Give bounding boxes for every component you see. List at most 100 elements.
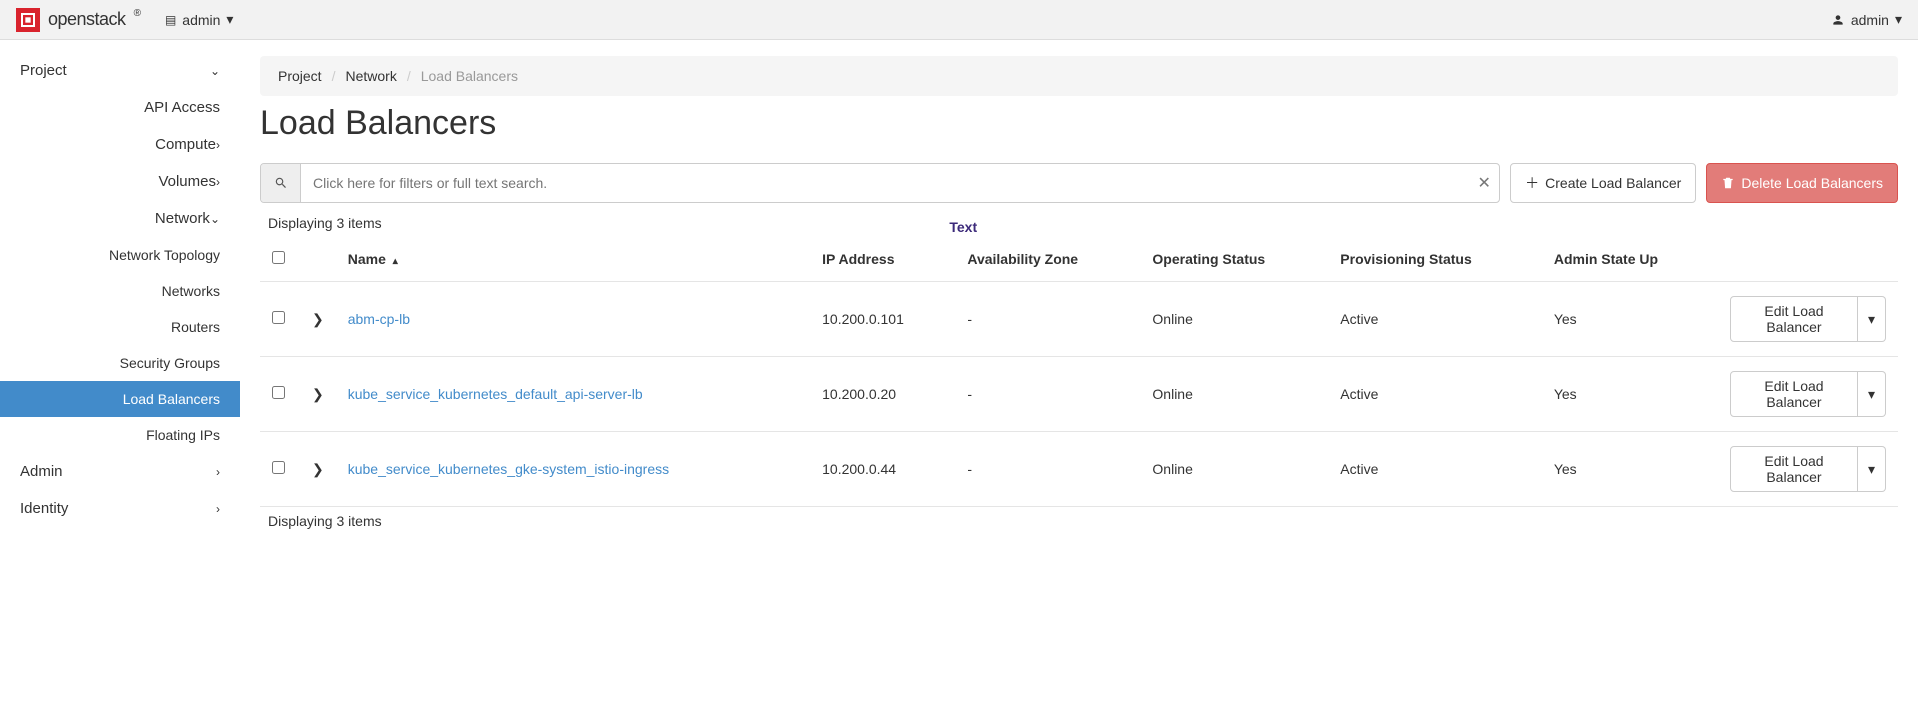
header-label: Availability Zone xyxy=(967,251,1078,267)
search-input[interactable] xyxy=(301,164,1469,202)
sidebar-item-network-topology[interactable]: Network Topology xyxy=(0,237,240,273)
breadcrumb-separator: / xyxy=(407,68,411,84)
search-wrap: ✕ xyxy=(260,163,1500,203)
sidebar-label: Security Groups xyxy=(120,355,220,371)
sidebar-item-api-access[interactable]: API Access xyxy=(0,89,240,126)
plus-icon: ＋ xyxy=(1525,173,1539,193)
brand-text: openstack xyxy=(48,9,126,30)
sidebar-item-volumes[interactable]: Volumes › xyxy=(0,163,240,200)
create-load-balancer-button[interactable]: ＋ Create Load Balancer xyxy=(1510,163,1696,203)
clear-icon[interactable]: ✕ xyxy=(1469,164,1499,202)
sidebar-label: Load Balancers xyxy=(123,391,220,407)
sidebar-item-compute[interactable]: Compute › xyxy=(0,126,240,163)
table-row: ❯ abm-cp-lb 10.200.0.101-OnlineActiveYes Ed… xyxy=(260,282,1898,357)
load-balancer-name-link[interactable]: abm-cp-lb xyxy=(348,311,410,327)
cell-provisioning-status: Active xyxy=(1328,432,1542,507)
sidebar-label: Routers xyxy=(171,319,220,335)
cell-provisioning-status: Active xyxy=(1328,282,1542,357)
row-checkbox[interactable] xyxy=(272,461,285,474)
cell-operating-status: Online xyxy=(1140,282,1328,357)
sidebar-item-floating-ips[interactable]: Floating IPs xyxy=(0,417,240,453)
cell-ip: 10.200.0.44 xyxy=(810,432,955,507)
delete-load-balancers-button[interactable]: Delete Load Balancers xyxy=(1706,163,1898,203)
items-count-bottom: Displaying 3 items xyxy=(268,513,1898,529)
chevron-right-icon: › xyxy=(216,502,220,516)
chevron-down-icon: ⌄ xyxy=(210,64,220,78)
expand-row-icon[interactable]: ❯ xyxy=(312,461,324,478)
brand[interactable]: openstack ® xyxy=(16,8,141,32)
select-all-checkbox[interactable] xyxy=(272,251,285,264)
sidebar-label: API Access xyxy=(144,99,220,116)
sidebar-item-security-groups[interactable]: Security Groups xyxy=(0,345,240,381)
row-actions-dropdown[interactable]: ▾ xyxy=(1858,296,1886,342)
trash-icon xyxy=(1721,175,1735,191)
cell-availability-zone: - xyxy=(955,282,1140,357)
sidebar-item-network[interactable]: Network ⌄ xyxy=(0,200,240,237)
project-icon: ▤ xyxy=(165,13,176,27)
sidebar-label: Network Topology xyxy=(109,247,220,263)
sidebar-label: Networks xyxy=(162,283,220,299)
column-header-availability-zone[interactable]: Text Availability Zone xyxy=(955,237,1140,282)
project-selector-label: admin xyxy=(182,12,220,28)
cell-availability-zone: - xyxy=(955,432,1140,507)
expand-row-icon[interactable]: ❯ xyxy=(312,311,324,328)
sidebar-item-project[interactable]: Project ⌄ xyxy=(0,52,240,89)
sidebar-item-admin[interactable]: Admin › xyxy=(0,453,240,490)
column-header-name[interactable]: Name ▴ xyxy=(336,237,810,282)
chevron-down-icon: ⌄ xyxy=(210,212,220,226)
edit-load-balancer-button[interactable]: Edit Load Balancer xyxy=(1730,371,1858,417)
cell-ip: 10.200.0.101 xyxy=(810,282,955,357)
cell-availability-zone: - xyxy=(955,357,1140,432)
sidebar-item-load-balancers[interactable]: Load Balancers xyxy=(0,381,240,417)
page-title: Load Balancers xyxy=(260,104,1898,143)
header-label: Name xyxy=(348,251,386,267)
sort-asc-icon: ▴ xyxy=(393,256,398,267)
column-header-ip[interactable]: IP Address xyxy=(810,237,955,282)
sidebar-label: Volumes xyxy=(40,173,216,190)
sidebar-label: Project xyxy=(20,62,67,79)
breadcrumb-project[interactable]: Project xyxy=(278,68,322,84)
load-balancer-name-link[interactable]: kube_service_kubernetes_default_api-serv… xyxy=(348,386,643,402)
user-menu-label: admin xyxy=(1851,12,1889,28)
column-header-provisioning-status[interactable]: Provisioning Status xyxy=(1328,237,1542,282)
column-header-admin-state[interactable]: Admin State Up xyxy=(1542,237,1718,282)
brand-registered: ® xyxy=(134,8,141,19)
main-content: Project / Network / Load Balancers Load … xyxy=(240,40,1918,555)
cell-admin-state: Yes xyxy=(1542,282,1718,357)
caret-down-icon: ▾ xyxy=(226,11,233,28)
edit-load-balancer-button[interactable]: Edit Load Balancer xyxy=(1730,296,1858,342)
sidebar-label: Floating IPs xyxy=(146,427,220,443)
search-icon[interactable] xyxy=(261,164,301,202)
user-icon xyxy=(1831,12,1845,28)
expand-row-icon[interactable]: ❯ xyxy=(312,386,324,403)
chevron-right-icon: › xyxy=(216,138,220,152)
row-checkbox[interactable] xyxy=(272,311,285,324)
row-checkbox[interactable] xyxy=(272,386,285,399)
openstack-logo-icon xyxy=(16,8,40,32)
cell-ip: 10.200.0.20 xyxy=(810,357,955,432)
breadcrumb-separator: / xyxy=(332,68,336,84)
sidebar-label: Network xyxy=(40,210,210,227)
sidebar: Project ⌄ API Access Compute › Volumes ›… xyxy=(0,40,240,555)
breadcrumb-current: Load Balancers xyxy=(421,68,518,84)
sidebar-item-networks[interactable]: Networks xyxy=(0,273,240,309)
load-balancers-table: Name ▴ IP Address Text Availability Zone… xyxy=(260,237,1898,507)
sidebar-item-routers[interactable]: Routers xyxy=(0,309,240,345)
table-row: ❯ kube_service_kubernetes_gke-system_isti… xyxy=(260,432,1898,507)
load-balancer-name-link[interactable]: kube_service_kubernetes_gke-system_istio… xyxy=(348,461,669,477)
row-actions-dropdown[interactable]: ▾ xyxy=(1858,446,1886,492)
button-label: Delete Load Balancers xyxy=(1741,175,1883,191)
edit-load-balancer-button[interactable]: Edit Load Balancer xyxy=(1730,446,1858,492)
cell-operating-status: Online xyxy=(1140,357,1328,432)
chevron-right-icon: › xyxy=(216,175,220,189)
sidebar-item-identity[interactable]: Identity › xyxy=(0,490,240,527)
table-row: ❯ kube_service_kubernetes_default_api-ser… xyxy=(260,357,1898,432)
project-selector[interactable]: ▤ admin ▾ xyxy=(165,11,234,28)
cell-provisioning-status: Active xyxy=(1328,357,1542,432)
breadcrumb-network[interactable]: Network xyxy=(345,68,396,84)
column-header-operating-status[interactable]: Operating Status xyxy=(1140,237,1328,282)
header-label: Provisioning Status xyxy=(1340,251,1471,267)
user-menu[interactable]: admin ▾ xyxy=(1831,11,1902,28)
cell-admin-state: Yes xyxy=(1542,432,1718,507)
row-actions-dropdown[interactable]: ▾ xyxy=(1858,371,1886,417)
